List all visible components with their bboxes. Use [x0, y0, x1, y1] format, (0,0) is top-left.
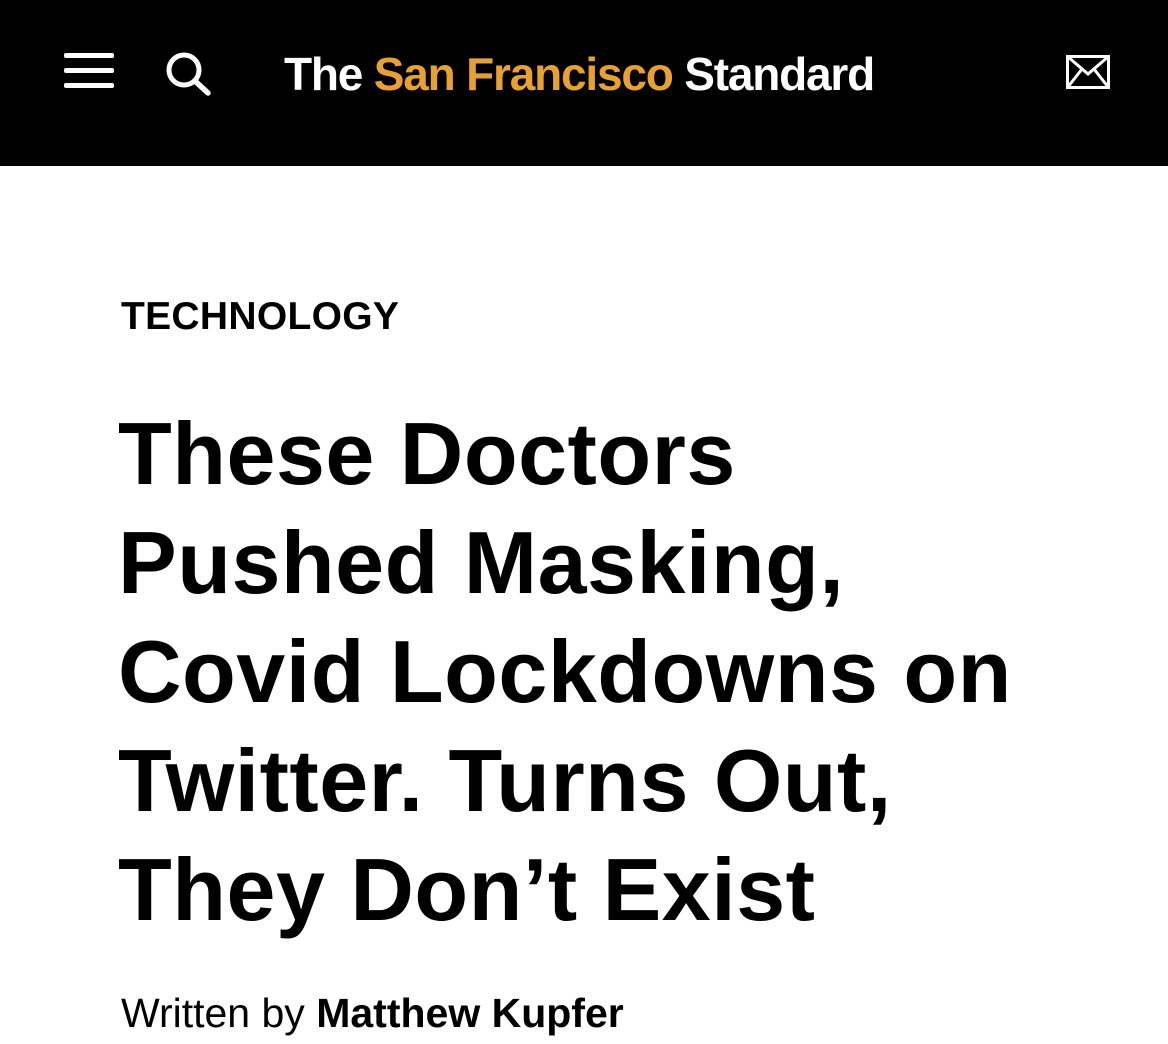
- search-icon[interactable]: [164, 50, 212, 96]
- logo-word-the: The: [284, 48, 363, 100]
- article-headline: These Doctors Pushed Masking, Covid Lock…: [118, 399, 1118, 944]
- headline-line: Twitter. Turns Out,: [118, 731, 892, 830]
- byline: Written by Matthew Kupfer: [121, 988, 624, 1038]
- site-logo[interactable]: The San Francisco Standard: [284, 46, 875, 102]
- headline-line: Covid Lockdowns on: [118, 622, 1012, 721]
- search-icon-graphic: [166, 52, 211, 96]
- logo-word-san-francisco: San Francisco: [373, 48, 674, 100]
- author-name[interactable]: Matthew Kupfer: [316, 990, 624, 1036]
- byline-prefix: Written by: [121, 990, 305, 1036]
- hamburger-menu-icon[interactable]: [64, 53, 114, 89]
- menu-bar: [64, 68, 114, 73]
- menu-bar: [64, 83, 114, 88]
- headline-line: They Don’t Exist: [118, 840, 816, 939]
- envelope-icon-graphic: [1066, 55, 1110, 89]
- logo-word-standard: Standard: [684, 48, 875, 100]
- headline-line: These Doctors: [118, 404, 736, 503]
- category-label[interactable]: TECHNOLOGY: [121, 294, 399, 340]
- menu-bar: [64, 53, 114, 58]
- headline-line: Pushed Masking,: [118, 513, 845, 612]
- envelope-icon[interactable]: [1066, 55, 1110, 89]
- site-header: The San Francisco Standard: [0, 0, 1168, 166]
